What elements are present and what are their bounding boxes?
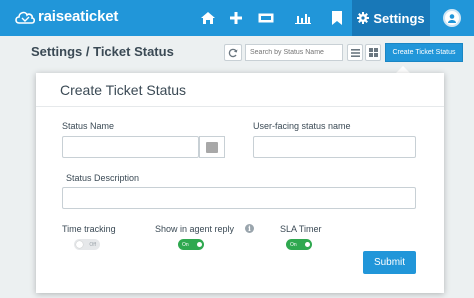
user-facing-status-input[interactable] (253, 136, 416, 158)
avatar[interactable] (443, 9, 461, 27)
bookmark-icon[interactable] (328, 9, 346, 27)
sla-timer-label: SLA Timer (280, 224, 322, 234)
refresh-icon (228, 48, 238, 57)
toggle-knob (305, 242, 310, 247)
toggle-knob (197, 242, 202, 247)
color-swatch (206, 141, 218, 153)
refresh-button[interactable] (224, 44, 242, 61)
list-view-button[interactable] (347, 44, 363, 61)
brand-logo[interactable]: raiseaticket (14, 8, 118, 25)
toggle-state: Off (89, 241, 96, 248)
time-tracking-label: Time tracking (62, 224, 116, 234)
user-facing-status-label: User-facing status name (253, 121, 351, 131)
status-description-input[interactable] (62, 187, 416, 209)
toggle-state: On (182, 241, 189, 248)
toggle-state: On (290, 241, 297, 248)
time-tracking-toggle[interactable]: Off (74, 239, 100, 250)
page-title: Settings / Ticket Status (31, 44, 174, 59)
panel-title: Create Ticket Status (60, 82, 187, 98)
panel-pointer (396, 66, 410, 73)
brand-name: raiseaticket (38, 8, 119, 25)
home-icon[interactable] (199, 9, 217, 27)
bar-chart-icon[interactable] (294, 9, 312, 27)
top-navbar: raiseaticket Settings (0, 0, 474, 36)
color-picker-button[interactable] (199, 136, 225, 158)
toggle-knob (76, 241, 83, 248)
submit-button[interactable]: Submit (363, 251, 416, 274)
agent-reply-label: Show in agent reply (155, 224, 235, 234)
agent-reply-toggle[interactable]: On (178, 239, 204, 250)
plus-icon[interactable] (227, 9, 245, 27)
list-icon (350, 48, 360, 57)
status-description-label: Status Description (66, 173, 140, 183)
info-icon[interactable]: i (245, 224, 254, 233)
user-icon (448, 14, 456, 23)
status-name-label: Status Name (62, 121, 115, 131)
create-ticket-status-button[interactable]: Create Ticket Status (385, 43, 463, 62)
settings-label: Settings (373, 10, 425, 26)
sla-timer-toggle[interactable]: On (286, 239, 312, 250)
grid-view-button[interactable] (365, 44, 381, 61)
panel-header: Create Ticket Status (36, 73, 444, 107)
cloud-icon (15, 11, 36, 24)
gear-icon (357, 12, 370, 24)
status-name-input[interactable] (62, 136, 199, 158)
search-input[interactable] (245, 44, 343, 61)
ticket-icon[interactable] (257, 9, 275, 27)
nav-settings[interactable]: Settings (352, 0, 430, 36)
grid-icon (368, 48, 378, 57)
